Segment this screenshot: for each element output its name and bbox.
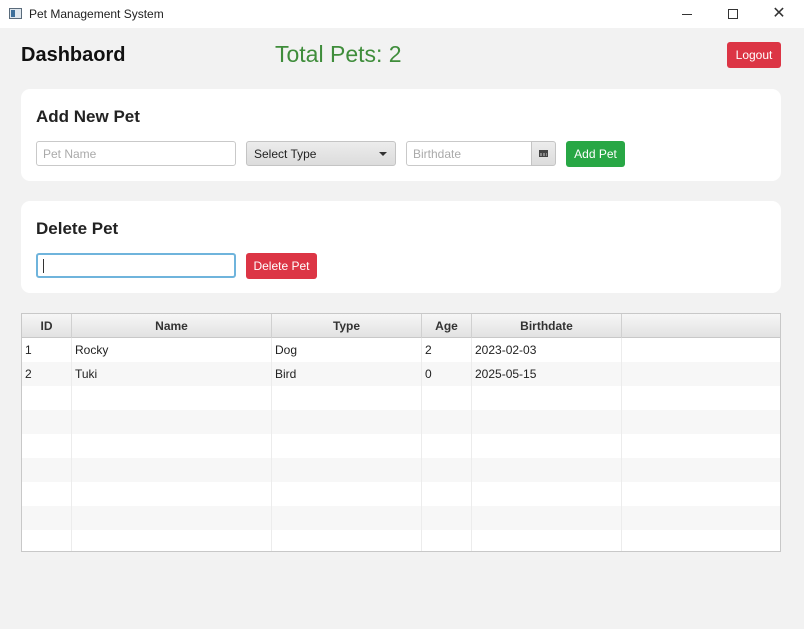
cell-empty <box>72 386 272 410</box>
total-pets-label: Total Pets: 2 <box>275 41 402 67</box>
table-row[interactable]: 2 Tuki Bird 0 2025-05-15 <box>22 362 780 386</box>
cell-empty <box>72 410 272 434</box>
empty-table-row <box>22 386 780 410</box>
cell-empty <box>72 458 272 482</box>
cell-empty <box>422 410 472 434</box>
cell-empty <box>272 458 422 482</box>
cell-empty <box>622 458 780 482</box>
delete-pet-title: Delete Pet <box>36 219 119 238</box>
empty-table-row <box>22 506 780 530</box>
cell-empty <box>422 458 472 482</box>
cell-empty <box>622 434 780 458</box>
cell-empty <box>622 482 780 506</box>
cell-empty <box>472 434 622 458</box>
cell-id: 2 <box>22 362 72 386</box>
cell-type: Bird <box>272 362 422 386</box>
cell-empty <box>272 386 422 410</box>
cell-empty <box>472 458 622 482</box>
cell-empty <box>472 410 622 434</box>
column-header-age[interactable]: Age <box>422 314 472 338</box>
cell-birthdate: 2023-02-03 <box>472 338 622 362</box>
table-header: ID Name Type Age Birthdate <box>22 314 780 338</box>
calendar-icon <box>539 150 548 157</box>
cell-empty <box>22 530 72 551</box>
cell-empty <box>272 410 422 434</box>
pet-type-selected: Select Type <box>254 147 317 161</box>
cell-empty <box>272 482 422 506</box>
cell-empty <box>622 410 780 434</box>
column-header-filler <box>622 314 780 338</box>
logout-button[interactable]: Logout <box>727 42 781 68</box>
cell-empty <box>422 530 472 551</box>
add-pet-button[interactable]: Add Pet <box>566 141 625 167</box>
cell-birthdate: 2025-05-15 <box>472 362 622 386</box>
delete-id-input[interactable] <box>36 253 236 278</box>
cell-empty <box>22 434 72 458</box>
delete-pet-card: Delete Pet Delete Pet <box>21 201 781 293</box>
cell-empty <box>22 506 72 530</box>
cell-empty <box>472 482 622 506</box>
cell-empty <box>622 362 780 386</box>
cell-empty <box>472 530 622 551</box>
cell-empty <box>422 386 472 410</box>
cell-name: Tuki <box>72 362 272 386</box>
cell-type: Dog <box>272 338 422 362</box>
cell-empty <box>472 386 622 410</box>
empty-table-row <box>22 434 780 458</box>
cell-empty <box>422 482 472 506</box>
pet-type-select[interactable]: Select Type <box>246 141 396 166</box>
close-icon: ✕ <box>772 5 786 22</box>
empty-table-row <box>22 530 780 551</box>
cell-empty <box>622 530 780 551</box>
cell-empty <box>622 386 780 410</box>
column-header-name[interactable]: Name <box>72 314 272 338</box>
column-header-birthdate[interactable]: Birthdate <box>472 314 622 338</box>
delete-pet-button[interactable]: Delete Pet <box>246 253 317 279</box>
cell-empty <box>72 482 272 506</box>
cell-empty <box>622 506 780 530</box>
maximize-icon <box>728 9 738 19</box>
cell-empty <box>422 434 472 458</box>
empty-table-row <box>22 410 780 434</box>
page-title: Dashbaord <box>21 44 126 66</box>
add-pet-card: Add New Pet Pet Name Select Type Birthda… <box>21 89 781 181</box>
window-title: Pet Management System <box>29 7 164 21</box>
pet-name-input[interactable]: Pet Name <box>36 141 236 166</box>
chevron-down-icon <box>379 152 387 156</box>
cell-age: 0 <box>422 362 472 386</box>
cell-empty <box>272 434 422 458</box>
app-window-icon <box>9 8 22 19</box>
cell-empty <box>472 506 622 530</box>
date-picker-button[interactable] <box>531 141 556 166</box>
cell-name: Rocky <box>72 338 272 362</box>
column-header-id[interactable]: ID <box>22 314 72 338</box>
add-pet-title: Add New Pet <box>36 107 140 126</box>
cell-empty <box>22 458 72 482</box>
birthdate-input[interactable]: Birthdate <box>406 141 532 166</box>
cell-empty <box>72 506 272 530</box>
cell-empty <box>72 530 272 551</box>
minimize-button[interactable] <box>664 0 710 28</box>
cell-age: 2 <box>422 338 472 362</box>
cell-empty <box>22 482 72 506</box>
title-bar: Pet Management System ✕ <box>0 0 804 28</box>
close-button[interactable]: ✕ <box>756 0 802 28</box>
cell-empty <box>272 530 422 551</box>
cell-empty <box>272 506 422 530</box>
cell-empty <box>72 434 272 458</box>
column-header-type[interactable]: Type <box>272 314 422 338</box>
cell-empty <box>22 386 72 410</box>
empty-table-row <box>22 458 780 482</box>
cell-empty <box>622 338 780 362</box>
cell-empty <box>422 506 472 530</box>
table-row[interactable]: 1 Rocky Dog 2 2023-02-03 <box>22 338 780 362</box>
minimize-icon <box>682 13 692 15</box>
empty-table-row <box>22 482 780 506</box>
maximize-button[interactable] <box>710 0 756 28</box>
pets-table[interactable]: ID Name Type Age Birthdate 1 Rocky Dog 2… <box>21 313 781 552</box>
cell-id: 1 <box>22 338 72 362</box>
cell-empty <box>22 410 72 434</box>
